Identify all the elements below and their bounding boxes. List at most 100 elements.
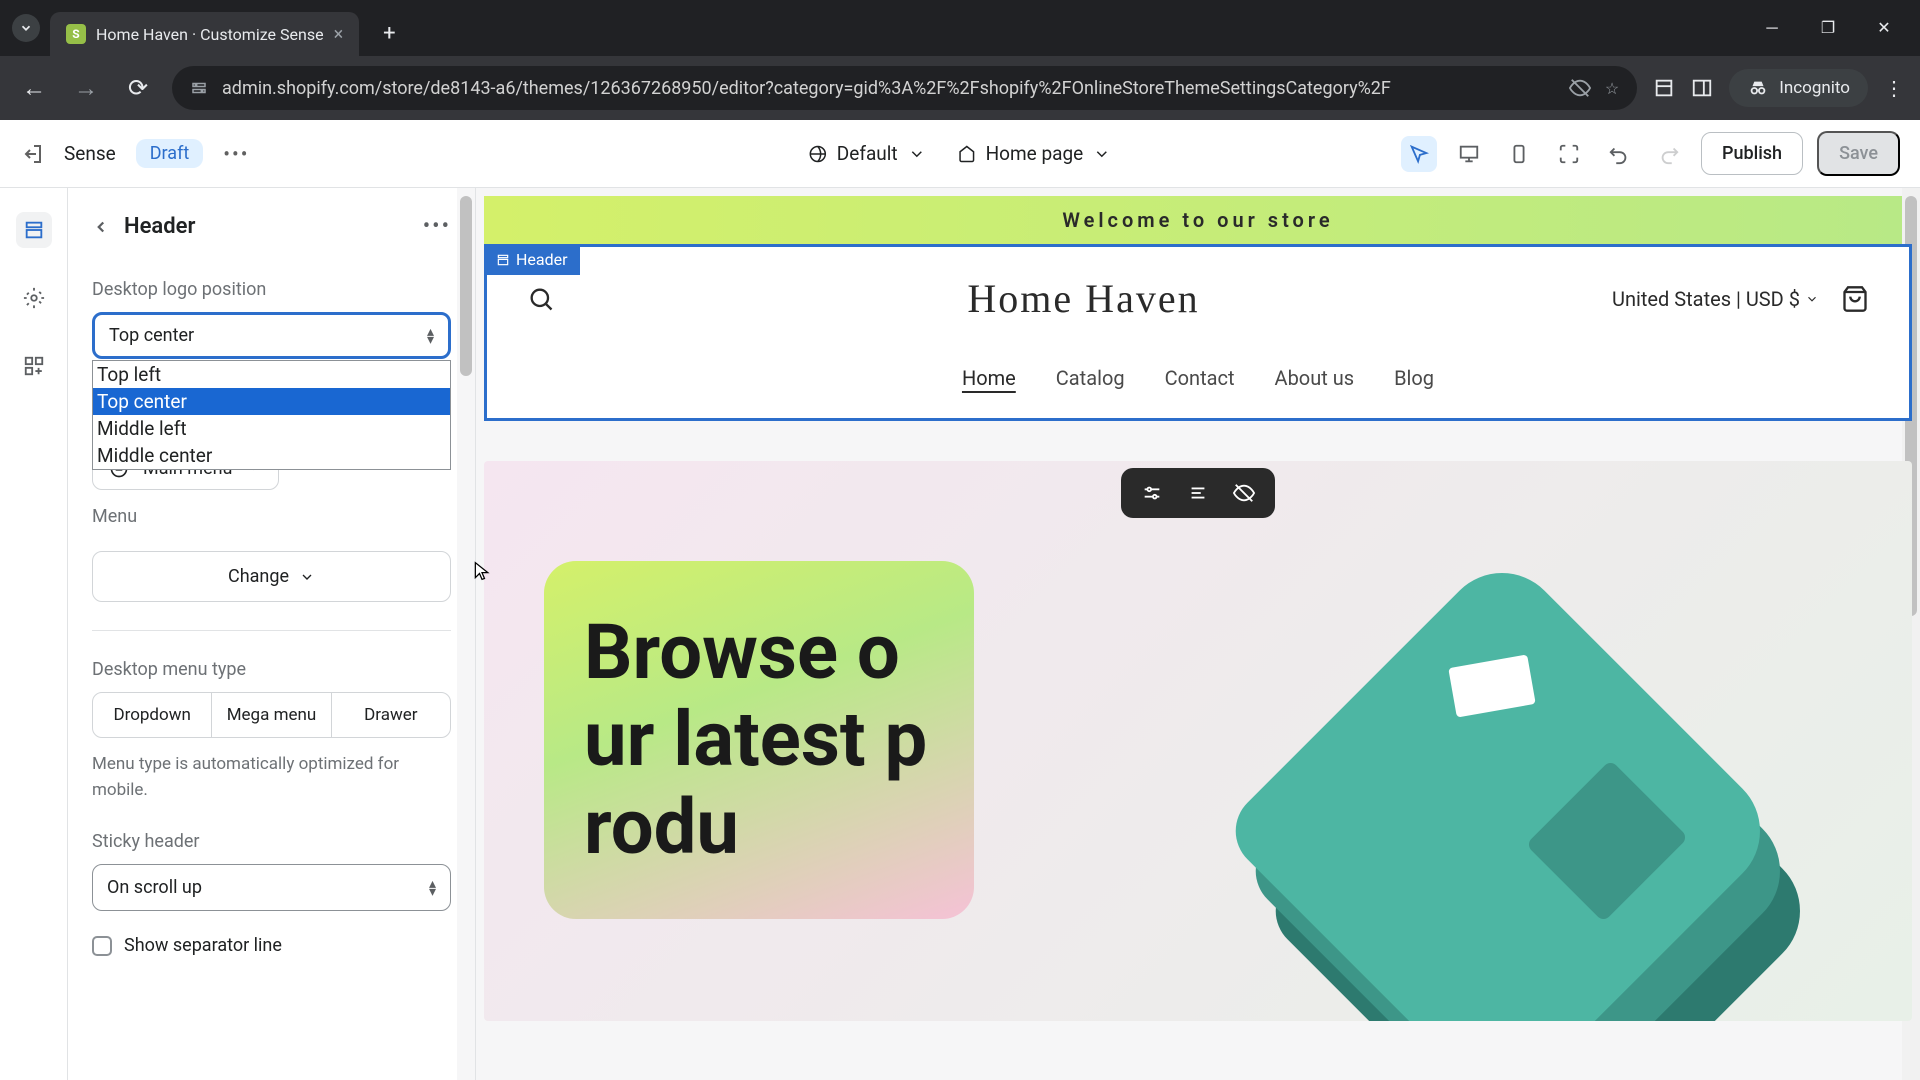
sidebar-title: Header: [124, 214, 409, 239]
header-nav: Home Catalog Contact About us Blog: [527, 366, 1869, 390]
hero-section[interactable]: Browse our latest produ: [484, 461, 1912, 1021]
menu-type-segmented: Dropdown Mega menu Drawer: [92, 692, 451, 738]
menu-type-help: Menu type is automatically optimized for…: [92, 752, 451, 803]
dropdown-option-top-left[interactable]: Top left: [93, 361, 450, 388]
header-section[interactable]: Header Home Haven United States | USD $: [484, 244, 1912, 421]
nav-home[interactable]: Home: [962, 366, 1016, 390]
announcement-bar[interactable]: Welcome to our store: [484, 196, 1912, 244]
incognito-icon: [1747, 77, 1769, 99]
settings-rail-icon[interactable]: [16, 280, 52, 316]
dropdown-option-middle-center[interactable]: Middle center: [93, 442, 450, 469]
select-chevron-icon: ▴▾: [429, 880, 436, 896]
browser-chrome: S Home Haven · Customize Sense × + ─ ❐ ✕…: [0, 0, 1920, 120]
cart-icon[interactable]: [1841, 285, 1869, 313]
apps-rail-icon[interactable]: [16, 348, 52, 384]
search-icon[interactable]: [527, 285, 555, 313]
section-float-toolbar: [1121, 468, 1275, 518]
section-tag: Header: [484, 244, 580, 275]
inspector-icon[interactable]: [1401, 136, 1437, 172]
fullscreen-icon[interactable]: [1551, 136, 1587, 172]
reload-icon[interactable]: ⟳: [120, 74, 156, 102]
mobile-view-icon[interactable]: [1501, 136, 1537, 172]
seg-dropdown[interactable]: Dropdown: [93, 693, 211, 737]
separator-checkbox-row[interactable]: Show separator line: [92, 935, 451, 956]
new-tab-button[interactable]: +: [383, 21, 395, 46]
draft-badge: Draft: [136, 139, 204, 168]
seg-mega-menu[interactable]: Mega menu: [211, 693, 330, 737]
page-label: Home page: [986, 142, 1084, 165]
maximize-icon[interactable]: ❐: [1816, 18, 1840, 38]
store-logo[interactable]: Home Haven: [967, 275, 1199, 322]
url-text: admin.shopify.com/store/de8143-a6/themes…: [222, 78, 1555, 99]
separator-checkbox[interactable]: [92, 936, 112, 956]
nav-contact[interactable]: Contact: [1165, 366, 1235, 390]
bookmark-icon[interactable]: ☆: [1605, 79, 1619, 98]
menu-type-label: Desktop menu type: [92, 659, 451, 680]
nav-catalog[interactable]: Catalog: [1056, 366, 1125, 390]
reading-list-icon[interactable]: [1653, 77, 1675, 99]
nav-blog[interactable]: Blog: [1394, 366, 1434, 390]
toolbar-right: Publish Save: [1401, 131, 1900, 176]
minimize-icon[interactable]: ─: [1760, 18, 1784, 38]
shopify-favicon: S: [66, 24, 86, 44]
toolbar-left: Sense Draft •••: [20, 139, 249, 168]
sidebar-more-icon[interactable]: •••: [423, 214, 451, 239]
incognito-label: Incognito: [1779, 78, 1850, 98]
eye-off-icon[interactable]: [1569, 77, 1591, 99]
browser-menu-icon[interactable]: ⋮: [1884, 76, 1904, 100]
locale-selector[interactable]: United States | USD $: [1612, 287, 1819, 311]
template-label: Default: [837, 142, 898, 165]
hero-image: [1212, 601, 1852, 1021]
sticky-header-select[interactable]: On scroll up ▴▾: [92, 864, 451, 911]
cursor-icon: [472, 561, 492, 581]
settings-action-icon[interactable]: [1141, 482, 1163, 504]
dropdown-option-middle-left[interactable]: Middle left: [93, 415, 450, 442]
sticky-header-label: Sticky header: [92, 831, 451, 852]
logo-position-label: Desktop logo position: [92, 279, 451, 300]
close-icon[interactable]: ×: [334, 24, 344, 45]
sections-rail-icon[interactable]: [16, 212, 52, 248]
incognito-badge[interactable]: Incognito: [1729, 69, 1868, 107]
browser-tab[interactable]: S Home Haven · Customize Sense ×: [50, 12, 359, 56]
desktop-view-icon[interactable]: [1451, 136, 1487, 172]
side-panel-icon[interactable]: [1691, 77, 1713, 99]
site-settings-icon[interactable]: [190, 79, 208, 97]
page-selector[interactable]: Home page: [958, 142, 1112, 165]
logo-position-select[interactable]: Top center ▴▾ Top left Top center Middle…: [92, 312, 451, 359]
main-layout: Header ••• Desktop logo position Top cen…: [0, 188, 1920, 1080]
more-actions-icon[interactable]: •••: [223, 142, 249, 166]
hide-action-icon[interactable]: [1233, 482, 1255, 504]
duplicate-action-icon[interactable]: [1187, 482, 1209, 504]
preview-canvas: Welcome to our store Header Home Haven U…: [476, 188, 1920, 1080]
url-bar[interactable]: admin.shopify.com/store/de8143-a6/themes…: [172, 66, 1637, 110]
tab-search-icon[interactable]: [12, 14, 40, 42]
seg-drawer[interactable]: Drawer: [331, 693, 450, 737]
logo-position-value: Top center: [109, 325, 194, 346]
undo-icon[interactable]: [1601, 136, 1637, 172]
sidebar-scrollbar[interactable]: [457, 188, 475, 1080]
close-window-icon[interactable]: ✕: [1872, 18, 1896, 38]
nav-back-icon[interactable]: ←: [16, 74, 52, 103]
address-bar: ← → ⟳ admin.shopify.com/store/de8143-a6/…: [0, 56, 1920, 120]
hero-card: Browse our latest produ: [544, 561, 974, 919]
left-rail: [0, 188, 68, 1080]
separator-label: Show separator line: [124, 935, 282, 956]
app-toolbar: Sense Draft ••• Default Home page: [0, 120, 1920, 188]
dropdown-option-top-center[interactable]: Top center: [93, 388, 450, 415]
publish-button[interactable]: Publish: [1701, 132, 1803, 175]
change-menu-button[interactable]: Change: [92, 551, 451, 602]
redo-icon: [1651, 136, 1687, 172]
theme-name[interactable]: Sense: [64, 142, 116, 165]
sticky-header-value: On scroll up: [107, 877, 202, 898]
exit-editor-icon[interactable]: [20, 142, 44, 166]
menu-label: Menu: [92, 506, 451, 527]
nav-about[interactable]: About us: [1275, 366, 1355, 390]
window-controls: ─ ❐ ✕: [1760, 18, 1908, 38]
settings-sidebar: Header ••• Desktop logo position Top cen…: [68, 188, 476, 1080]
template-selector[interactable]: Default: [809, 142, 926, 165]
save-button: Save: [1817, 131, 1900, 176]
hero-text: Browse our latest produ: [584, 609, 934, 871]
back-icon[interactable]: [92, 218, 110, 236]
select-chevron-icon: ▴▾: [427, 328, 434, 344]
toolbar-center: Default Home page: [809, 142, 1111, 165]
